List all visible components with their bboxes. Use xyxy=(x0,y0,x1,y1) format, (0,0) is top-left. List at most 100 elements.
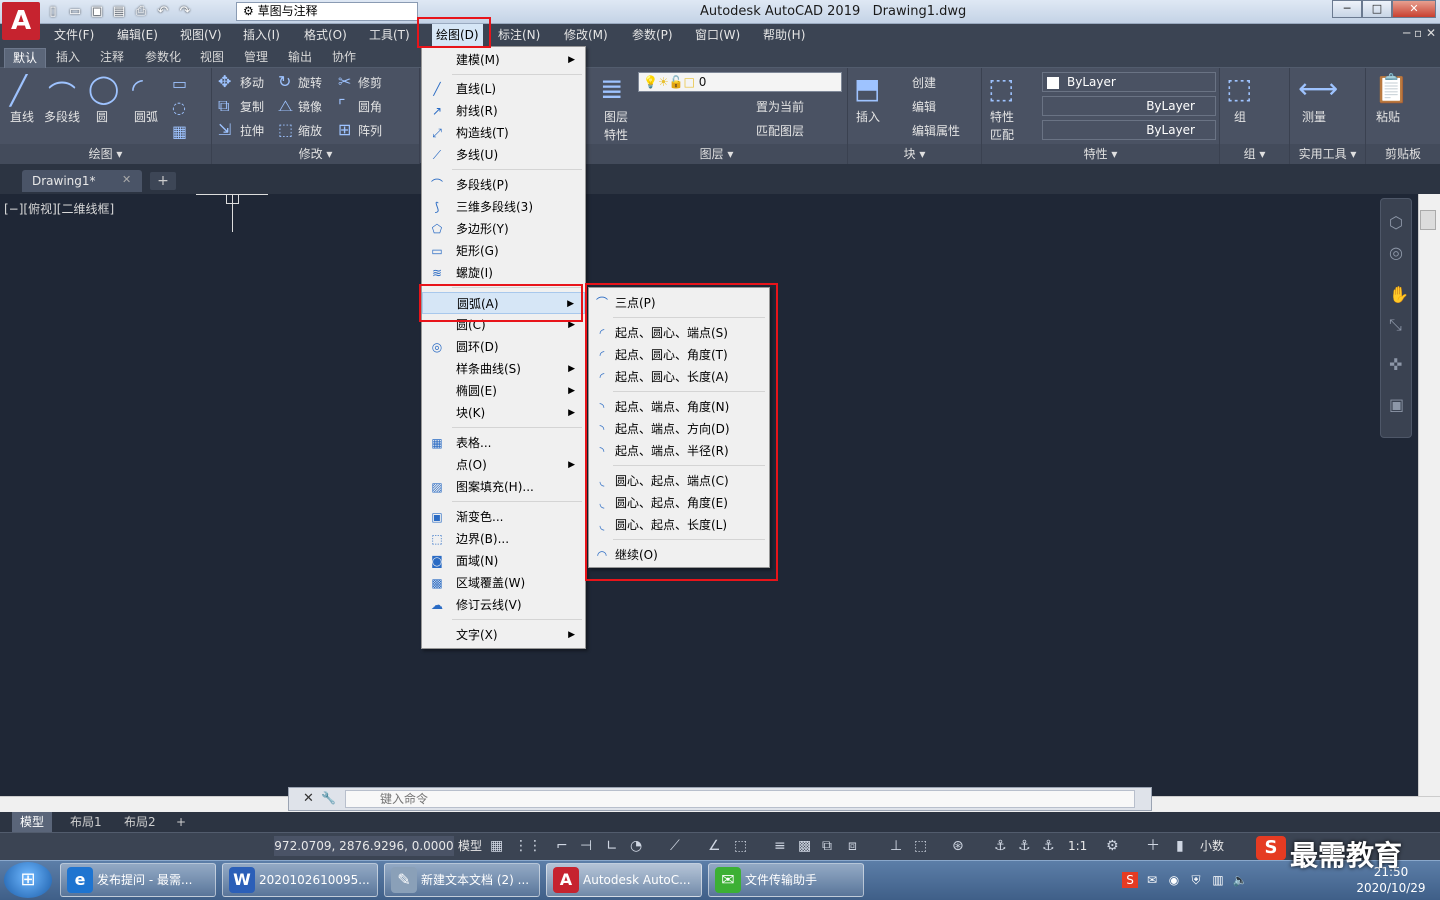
move-icon[interactable]: ✥ xyxy=(218,72,231,91)
arc-center-start-end[interactable]: ◟ 圆心、起点、端点(C) xyxy=(589,470,769,492)
layer-properties-label[interactable]: 图层 xyxy=(604,108,628,125)
orbit-icon[interactable]: ✜ xyxy=(1389,355,1402,374)
grid-icon[interactable]: ▦ xyxy=(490,836,503,856)
hatch-icon[interactable]: ◌ xyxy=(172,98,186,117)
arc-continue[interactable]: ◠ 继续(O) xyxy=(589,544,769,566)
infer-constraints-icon[interactable]: ⌐ xyxy=(556,836,568,856)
tab-collaborate[interactable]: 协作 xyxy=(324,48,364,68)
menu-format[interactable]: 格式(O) xyxy=(304,24,347,46)
menu-item-wipeout[interactable]: ▩ 区域覆盖(W) xyxy=(422,572,585,594)
menu-item-boundary[interactable]: ⬚ 边界(B)... xyxy=(422,528,585,550)
tab-layout2[interactable]: 布局2 xyxy=(116,812,164,832)
line-icon[interactable]: ╱ xyxy=(10,74,27,107)
menu-item-helix[interactable]: ≋ 螺旋(I) xyxy=(422,262,585,284)
insert-label[interactable]: 插入 xyxy=(856,108,880,125)
fillet-label[interactable]: 圆角 xyxy=(358,98,382,115)
stretch-label[interactable]: 拉伸 xyxy=(240,122,264,139)
menu-view[interactable]: 视图(V) xyxy=(180,24,222,46)
set-current-label[interactable]: 置为当前 xyxy=(756,98,804,115)
pan-icon[interactable]: ✋ xyxy=(1389,285,1409,304)
edit-attributes-label[interactable]: 编辑属性 xyxy=(912,122,960,139)
menu-file[interactable]: 文件(F) xyxy=(54,24,94,46)
open-folder-icon[interactable]: ▭ xyxy=(66,3,84,21)
menu-item-3d-polyline[interactable]: ⟆ 三维多段线(3) xyxy=(422,196,585,218)
layer-properties-icon[interactable]: ≣ xyxy=(600,72,623,105)
match-layer-label[interactable]: 匹配图层 xyxy=(756,122,804,139)
menu-item-circle[interactable]: 圆(C) ▶ xyxy=(422,314,585,336)
create-block-label[interactable]: 创建 xyxy=(912,74,936,91)
showmotion-icon[interactable]: ▣ xyxy=(1389,395,1404,414)
block-panel-title[interactable]: 块 ▾ xyxy=(848,144,981,164)
plus-icon[interactable]: ＋ xyxy=(1146,836,1160,856)
menu-item-construction-line[interactable]: ⤢ 构造线(T) xyxy=(422,122,585,144)
viewcube-icon[interactable]: ⬡ xyxy=(1389,213,1403,232)
tab-default[interactable]: 默认 xyxy=(4,48,47,68)
array-label[interactable]: 阵列 xyxy=(358,122,382,139)
undo-icon[interactable]: ↶ xyxy=(154,3,172,21)
utilities-panel-title[interactable]: 实用工具 ▾ xyxy=(1290,144,1365,164)
color-dropdown[interactable]: ByLayer xyxy=(1042,72,1216,92)
mdi-controls[interactable]: ─ ▫ ✕ xyxy=(1403,26,1436,40)
rotate-label[interactable]: 旋转 xyxy=(298,74,322,91)
menu-window[interactable]: 窗口(W) xyxy=(695,24,740,46)
menu-edit[interactable]: 编辑(E) xyxy=(117,24,158,46)
minimize-button[interactable]: ─ xyxy=(1332,0,1362,18)
steering-wheel-icon[interactable]: ◎ xyxy=(1389,243,1403,262)
arc-label[interactable]: 圆弧 xyxy=(134,108,158,125)
gizmo-icon[interactable]: ⊛ xyxy=(952,836,964,856)
zoom-icon[interactable]: ⤡ xyxy=(1389,315,1402,335)
paste-label[interactable]: 粘贴 xyxy=(1376,108,1400,125)
menu-dimension[interactable]: 标注(N) xyxy=(498,24,540,46)
start-button[interactable]: ⊞ xyxy=(4,862,52,898)
group-icon[interactable]: ⬚ xyxy=(1226,72,1252,105)
modify-panel-title[interactable]: 修改 ▾ xyxy=(212,144,419,164)
menu-item-gradient[interactable]: ▣ 渐变色... xyxy=(422,506,585,528)
vertical-scrollbar[interactable] xyxy=(1418,194,1440,796)
arc-center-start-angle[interactable]: ◟ 圆心、起点、角度(E) xyxy=(589,492,769,514)
menu-item-multiline[interactable]: ⟋ 多线(U) xyxy=(422,144,585,166)
transparency-icon[interactable]: ▩ xyxy=(798,836,811,856)
trim-icon[interactable]: ✂ xyxy=(338,72,351,91)
dynamic-input-icon[interactable]: ⊣ xyxy=(580,836,592,856)
properties-panel-title[interactable]: 特性 ▾ xyxy=(982,144,1219,164)
polyline-label[interactable]: 多段线 xyxy=(44,108,80,125)
vertical-scroll-thumb[interactable] xyxy=(1420,210,1436,230)
isodraft-icon[interactable]: ⟋ xyxy=(670,836,680,856)
taskbar-item-autocad[interactable]: A Autodesk AutoC... xyxy=(546,863,702,897)
wechat-tray-icon[interactable]: ✉ xyxy=(1144,872,1160,888)
selection-filter-icon[interactable]: ⬚ xyxy=(914,836,927,856)
viewport-controls[interactable]: [−][俯视][二维线框] xyxy=(4,200,114,217)
paste-icon[interactable]: 📋 xyxy=(1374,72,1409,105)
taskbar-item-file-transfer[interactable]: ✉ 文件传输助手 xyxy=(708,863,864,897)
measure-icon[interactable]: ⟷ xyxy=(1298,72,1338,105)
menu-insert[interactable]: 插入(I) xyxy=(243,24,280,46)
insert-block-icon[interactable]: ⬒ xyxy=(854,72,880,105)
add-layout-button[interactable]: + xyxy=(168,812,194,832)
arc-start-end-direction[interactable]: ◝ 起点、端点、方向(D) xyxy=(589,418,769,440)
print-icon[interactable]: ⎙ xyxy=(132,3,150,21)
tab-insert[interactable]: 插入 xyxy=(48,48,88,68)
security-icon[interactable]: ⛨ xyxy=(1188,872,1204,888)
polar-icon[interactable]: ◔ xyxy=(630,836,642,856)
save-as-icon[interactable]: ▤ xyxy=(110,3,128,21)
lineweight-icon[interactable]: ≡ xyxy=(774,836,786,856)
object-snap-icon[interactable]: ⬚ xyxy=(734,836,747,856)
edit-block-label[interactable]: 编辑 xyxy=(912,98,936,115)
command-input[interactable] xyxy=(345,790,1135,808)
lineweight-dropdown[interactable]: ByLayer xyxy=(1042,120,1216,140)
menu-item-region[interactable]: ◙ 面域(N) xyxy=(422,550,585,572)
linetype-dropdown[interactable]: ByLayer xyxy=(1042,96,1216,116)
array-icon[interactable]: ⊞ xyxy=(338,120,351,139)
stretch-icon[interactable]: ⇲ xyxy=(218,120,231,139)
menu-item-revision-cloud[interactable]: ☁ 修订云线(V) xyxy=(422,594,585,616)
layers-panel-title[interactable]: 图层 ▾ xyxy=(586,144,847,164)
measure-label[interactable]: 测量 xyxy=(1302,108,1326,125)
menu-draw[interactable]: 绘图(D) xyxy=(432,24,483,46)
selection-cycling-icon[interactable]: ⧉ xyxy=(822,836,832,856)
gear-icon[interactable]: ⚙ xyxy=(1106,836,1119,856)
mirror-label[interactable]: 镜像 xyxy=(298,98,322,115)
annotation-scale-icon[interactable]: ⚓ xyxy=(1042,836,1055,856)
circle-label[interactable]: 圆 xyxy=(96,108,108,125)
network-icon[interactable]: ▥ xyxy=(1210,872,1226,888)
menu-item-text[interactable]: 文字(X) ▶ xyxy=(422,624,585,646)
